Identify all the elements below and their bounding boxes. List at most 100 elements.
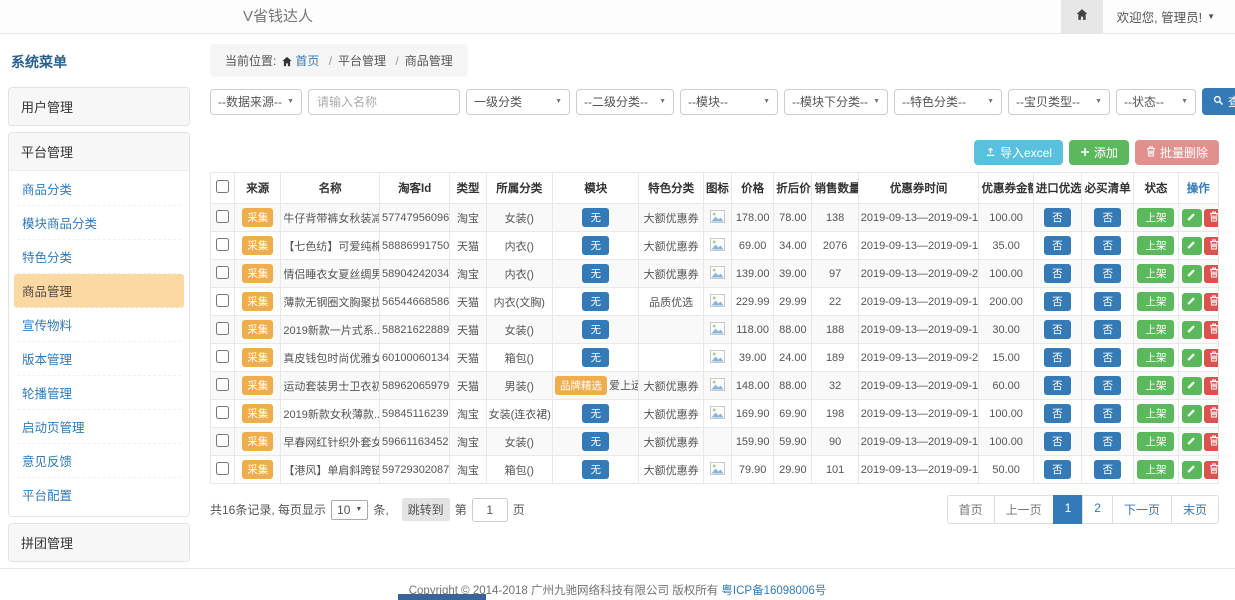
module-none-badge[interactable]: 无	[582, 348, 609, 367]
must-buy-toggle[interactable]: 否	[1094, 460, 1121, 479]
edit-button[interactable]	[1182, 405, 1202, 423]
must-buy-toggle[interactable]: 否	[1094, 348, 1121, 367]
edit-button[interactable]	[1182, 377, 1202, 395]
must-buy-toggle[interactable]: 否	[1094, 292, 1121, 311]
status-button[interactable]: 上架	[1137, 264, 1174, 283]
edit-button[interactable]	[1182, 265, 1202, 283]
status-button[interactable]: 上架	[1137, 320, 1174, 339]
must-buy-toggle[interactable]: 否	[1094, 376, 1121, 395]
row-checkbox[interactable]	[216, 406, 229, 419]
delete-button[interactable]	[1204, 237, 1219, 255]
import-select-toggle[interactable]: 否	[1044, 404, 1071, 423]
filter-select-6[interactable]: --特色分类--▼	[894, 89, 1002, 115]
sidebar-item-轮播管理[interactable]: 轮播管理	[14, 376, 184, 410]
icp-link[interactable]: 粤ICP备16098006号	[721, 585, 826, 597]
edit-button[interactable]	[1182, 209, 1202, 227]
sidebar-item-特色分类[interactable]: 特色分类	[14, 240, 184, 274]
jump-button[interactable]: 跳转到	[402, 498, 450, 521]
module-none-badge[interactable]: 无	[582, 432, 609, 451]
status-button[interactable]: 上架	[1137, 236, 1174, 255]
filter-select-4[interactable]: --模块--▼	[680, 89, 778, 115]
import-select-toggle[interactable]: 否	[1044, 292, 1071, 311]
status-button[interactable]: 上架	[1137, 460, 1174, 479]
import-excel-button[interactable]: 导入excel	[974, 140, 1063, 165]
edit-button[interactable]	[1182, 321, 1202, 339]
sidebar-item-意见反馈[interactable]: 意见反馈	[14, 444, 184, 478]
status-button[interactable]: 上架	[1137, 404, 1174, 423]
row-checkbox[interactable]	[216, 350, 229, 363]
sidebar-item-版本管理[interactable]: 版本管理	[14, 342, 184, 376]
import-select-toggle[interactable]: 否	[1044, 376, 1071, 395]
delete-button[interactable]	[1204, 265, 1219, 283]
row-checkbox[interactable]	[216, 238, 229, 251]
name-search-input[interactable]	[308, 89, 460, 115]
module-none-badge[interactable]: 无	[582, 320, 609, 339]
pager-2[interactable]: 2	[1082, 495, 1113, 524]
import-select-toggle[interactable]: 否	[1044, 264, 1071, 283]
edit-button[interactable]	[1182, 293, 1202, 311]
must-buy-toggle[interactable]: 否	[1094, 208, 1121, 227]
per-page-select[interactable]: 10▼	[331, 500, 368, 520]
row-checkbox[interactable]	[216, 322, 229, 335]
status-button[interactable]: 上架	[1137, 208, 1174, 227]
filter-select-0[interactable]: --数据来源--▼	[210, 89, 302, 115]
import-select-toggle[interactable]: 否	[1044, 320, 1071, 339]
import-select-toggle[interactable]: 否	[1044, 348, 1071, 367]
filter-select-8[interactable]: --状态--▼	[1116, 89, 1196, 115]
import-select-toggle[interactable]: 否	[1044, 460, 1071, 479]
sidebar-item-模块商品分类[interactable]: 模块商品分类	[14, 206, 184, 240]
module-none-badge[interactable]: 无	[582, 208, 609, 227]
filter-select-5[interactable]: --模块下分类--▼	[784, 89, 888, 115]
must-buy-toggle[interactable]: 否	[1094, 432, 1121, 451]
delete-button[interactable]	[1204, 349, 1219, 367]
edit-button[interactable]	[1182, 433, 1202, 451]
delete-button[interactable]	[1204, 405, 1219, 423]
row-checkbox[interactable]	[216, 462, 229, 475]
status-button[interactable]: 上架	[1137, 376, 1174, 395]
row-checkbox[interactable]	[216, 210, 229, 223]
pager-首页[interactable]: 首页	[947, 495, 995, 524]
row-checkbox[interactable]	[216, 294, 229, 307]
delete-button[interactable]	[1204, 321, 1219, 339]
module-none-badge[interactable]: 无	[582, 264, 609, 283]
batch-delete-button[interactable]: 批量删除	[1135, 140, 1219, 165]
home-button[interactable]	[1061, 0, 1103, 33]
row-checkbox[interactable]	[216, 378, 229, 391]
must-buy-toggle[interactable]: 否	[1094, 264, 1121, 283]
breadcrumb-home-link[interactable]: 首页	[295, 54, 319, 68]
row-checkbox[interactable]	[216, 434, 229, 447]
import-select-toggle[interactable]: 否	[1044, 236, 1071, 255]
must-buy-toggle[interactable]: 否	[1094, 236, 1121, 255]
jump-page-input[interactable]	[472, 498, 508, 522]
edit-button[interactable]	[1182, 461, 1202, 479]
import-select-toggle[interactable]: 否	[1044, 208, 1071, 227]
must-buy-toggle[interactable]: 否	[1094, 404, 1121, 423]
delete-button[interactable]	[1204, 377, 1219, 395]
search-button[interactable]: 查询	[1202, 88, 1235, 115]
status-button[interactable]: 上架	[1137, 348, 1174, 367]
user-menu[interactable]: 欢迎您, 管理员! ▼	[1103, 0, 1235, 33]
edit-button[interactable]	[1182, 349, 1202, 367]
status-button[interactable]: 上架	[1137, 292, 1174, 311]
pager-下一页[interactable]: 下一页	[1112, 495, 1172, 524]
sidebar-item-宣传物料[interactable]: 宣传物料	[14, 308, 184, 342]
delete-button[interactable]	[1204, 293, 1219, 311]
delete-button[interactable]	[1204, 461, 1219, 479]
filter-select-2[interactable]: 一级分类▼	[466, 89, 570, 115]
edit-button[interactable]	[1182, 237, 1202, 255]
filter-select-3[interactable]: --二级分类--▼	[576, 89, 674, 115]
must-buy-toggle[interactable]: 否	[1094, 320, 1121, 339]
select-all-checkbox[interactable]	[216, 180, 229, 193]
filter-select-7[interactable]: --宝贝类型--▼	[1008, 89, 1110, 115]
row-checkbox[interactable]	[216, 266, 229, 279]
sidebar-item-平台配置[interactable]: 平台配置	[14, 478, 184, 511]
sidebar-item-商品分类[interactable]: 商品分类	[14, 172, 184, 206]
sidebar-group-header-1[interactable]: 平台管理	[9, 133, 189, 170]
pager-上一页[interactable]: 上一页	[994, 495, 1054, 524]
module-none-badge[interactable]: 无	[582, 236, 609, 255]
pager-1[interactable]: 1	[1053, 495, 1084, 524]
add-button[interactable]: 添加	[1069, 140, 1129, 165]
delete-button[interactable]	[1204, 433, 1219, 451]
import-select-toggle[interactable]: 否	[1044, 432, 1071, 451]
module-none-badge[interactable]: 无	[582, 460, 609, 479]
